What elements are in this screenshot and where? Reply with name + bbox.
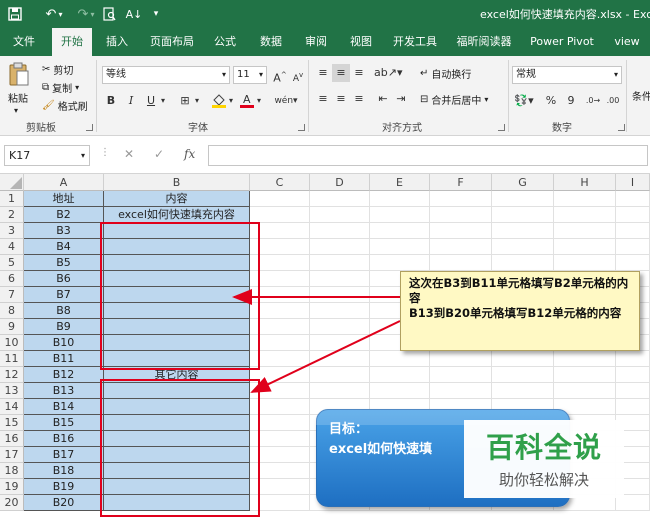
- callout-line-1: 这次在B3到B11单元格填写B2单元格的内容: [409, 276, 629, 305]
- arrow-to-b13-b20: [250, 320, 401, 393]
- watermark-subtitle: 助你轻松解决: [498, 471, 589, 489]
- instruction-callout: 这次在B3到B11单元格填写B2单元格的内容 B13到B20单元格填写B12单元…: [400, 271, 640, 351]
- watermark-title: 百科全说: [485, 431, 602, 464]
- watermark-logo: 百科全说 助你轻松解决: [464, 420, 624, 498]
- callout-line-2: B13到B20单元格填写B12单元格的内容: [409, 306, 622, 320]
